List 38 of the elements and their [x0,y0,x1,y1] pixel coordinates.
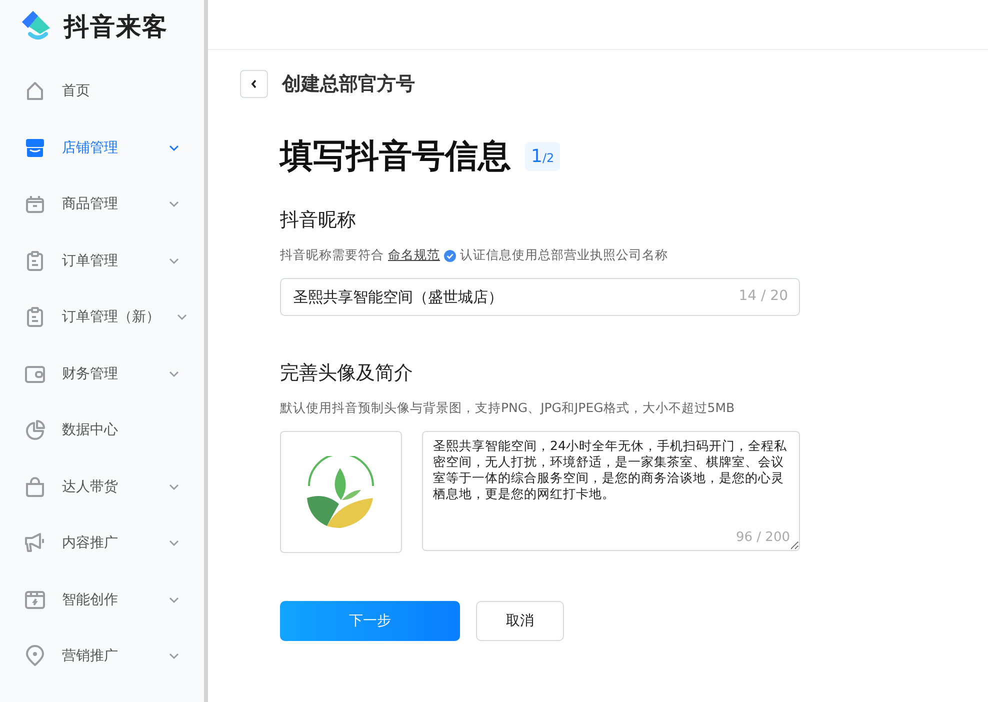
hint-text: 认证信息使用总部营业执照公司名称 [460,247,668,264]
sidebar-item[interactable]: 首页 [0,63,204,120]
sidebar-item[interactable]: 订单管理 [0,232,204,289]
naming-rules-link[interactable]: 命名规范 [388,247,440,264]
calendar-icon [24,588,46,611]
sidebar-item[interactable]: 达人带货 [0,458,204,515]
back-button[interactable] [240,70,268,98]
sidebar-item[interactable]: 营销推广 [0,628,204,684]
store-icon [24,136,46,159]
home-icon [24,80,46,102]
page-title: 创建总部官方号 [282,72,415,97]
sidebar-item[interactable]: 数据中心 [0,402,204,458]
hint-text: 默认使用抖音预制头像与背景图，支持PNG、JPG和JPEG格式，大小不超过5MB [280,400,735,417]
step-indicator: 1/2 [525,142,560,171]
cancel-button[interactable]: 取消 [476,601,564,641]
back-icon [250,79,258,89]
pie-chart-icon [24,419,46,442]
bag-icon [24,476,46,498]
avatar-upload[interactable] [280,431,402,553]
section-title: 完善头像及简介 [280,361,414,386]
sidebar-item[interactable]: 智能创作 [0,572,204,628]
form-heading: 填写抖音号信息 [280,135,511,177]
megaphone-icon [24,532,46,554]
character-counter: 14 / 20 [738,288,788,304]
sidebar-item[interactable]: 内容推广 [0,515,204,572]
clipboard-icon [24,250,46,272]
hint-text: 抖音昵称需要符合 [280,247,384,264]
character-counter: 96 / 200 [736,530,790,545]
sidebar-item[interactable]: 店铺管理 [0,120,204,176]
clipboard-icon [24,306,46,328]
sidebar-item[interactable]: 订单管理（新） [0,289,204,346]
sidebar-item[interactable]: 财务管理 [0,346,204,402]
brand-name: 抖音来客 [64,10,168,42]
verified-icon [444,250,456,262]
sidebar-item[interactable]: 商品管理 [0,176,204,232]
location-pin-icon [24,645,46,668]
leaf-logo-icon [305,456,377,528]
section-title: 抖音昵称 [280,208,357,233]
